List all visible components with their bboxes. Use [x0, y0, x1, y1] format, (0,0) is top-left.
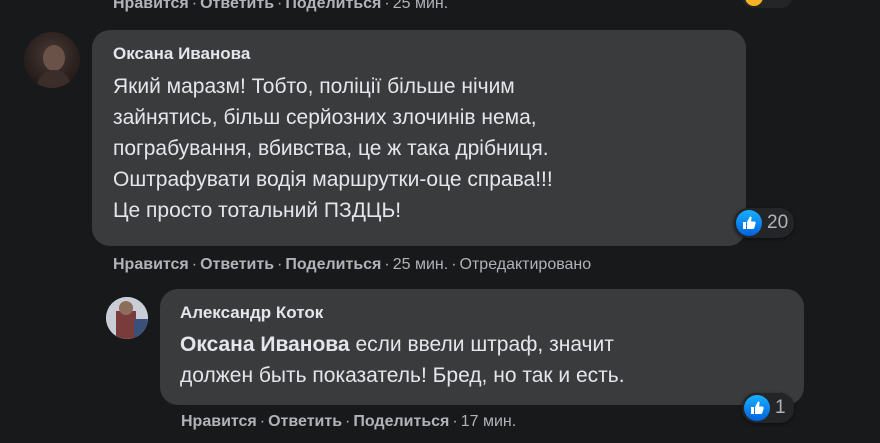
comment-line: зайнятись, більш серйозних злочинів нема…	[113, 106, 537, 129]
comment-timestamp[interactable]: 17 мин.	[461, 413, 516, 430]
comment-text: Який маразм! Тобто, поліції більше нічим…	[113, 71, 553, 226]
reaction-count: 1	[775, 397, 786, 418]
comment-text-fragment: если ввели штраф, значит	[349, 333, 614, 356]
comment-author[interactable]: Оксана Иванова	[113, 43, 250, 65]
like-icon	[736, 210, 762, 236]
comment-text: Оксана Иванова если ввели штраф, значит …	[180, 329, 625, 391]
edited-label[interactable]: Отредактировано	[460, 256, 592, 273]
comment-author[interactable]: Александр Коток	[180, 302, 323, 324]
reaction-summary[interactable]: 1	[742, 393, 794, 423]
reply-link[interactable]: Ответить	[268, 413, 342, 430]
like-link[interactable]: Нравится	[181, 413, 257, 430]
reply-link[interactable]: Ответить	[200, 0, 274, 12]
like-link[interactable]: Нравится	[113, 0, 189, 12]
top-comment-actions: Нравится · Ответить · Поделиться · 25 мин.	[113, 0, 448, 14]
reaction-count: 20	[767, 212, 789, 233]
share-link[interactable]: Поделиться	[353, 413, 449, 430]
like-link[interactable]: Нравится	[113, 256, 189, 273]
share-link[interactable]: Поделиться	[285, 256, 381, 273]
comment-line: пограбування, вбивства, це ж така дрібни…	[113, 137, 549, 160]
comment-timestamp[interactable]: 25 мин.	[393, 0, 448, 12]
avatar-image	[36, 45, 72, 88]
reply-actions: Нравится · Ответить · Поделиться · 17 мин.	[181, 413, 517, 430]
like-icon	[744, 395, 770, 421]
mention-link[interactable]: Оксана Иванова	[180, 333, 350, 356]
avatar-image	[106, 297, 148, 339]
comment-line: Оштрафувати водія маршрутки-оце справа!!…	[113, 168, 553, 191]
reaction-summary[interactable]: 20	[734, 208, 795, 238]
share-link[interactable]: Поделиться	[285, 0, 381, 12]
comment-bubble: Оксана Иванова Який маразм! Тобто, поліц…	[92, 30, 746, 246]
reply-link[interactable]: Ответить	[200, 256, 274, 273]
comment-line: Який маразм! Тобто, поліції більше нічим	[113, 75, 515, 98]
comment-line: должен быть показатель! Бред, но так и е…	[180, 364, 625, 387]
avatar[interactable]	[24, 32, 80, 88]
comment-line: Оксана Иванова если ввели штраф, значит	[180, 329, 625, 360]
avatar[interactable]	[106, 297, 148, 339]
reply-bubble: Александр Коток Оксана Иванова если ввел…	[160, 289, 804, 405]
comment-actions: Нравится · Ответить · Поделиться · 25 мин. · Отр…	[113, 256, 592, 273]
top-reaction-partial[interactable]	[742, 0, 792, 8]
comment-timestamp[interactable]: 25 мин.	[393, 256, 448, 273]
comment-line: Це просто тотальний ПЗДЦЬ!	[113, 199, 402, 222]
